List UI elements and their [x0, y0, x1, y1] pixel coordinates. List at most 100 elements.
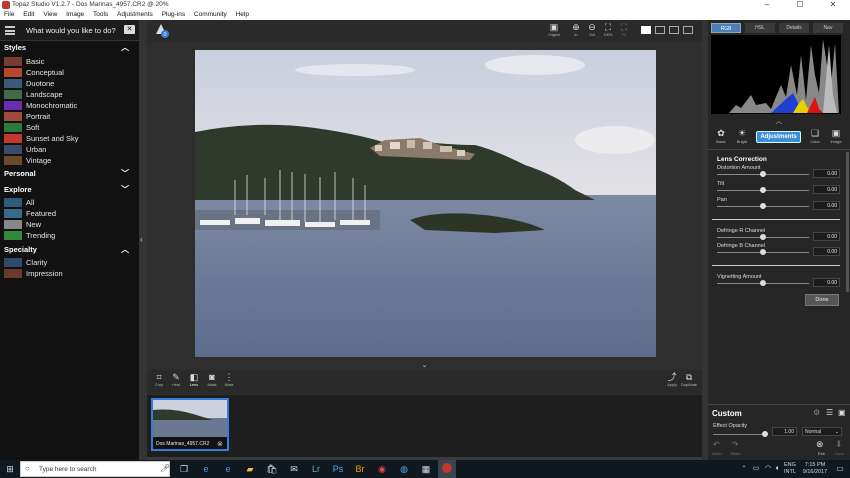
file-explorer-icon[interactable]: ▰: [244, 463, 256, 475]
mask-badge-icon[interactable]: 0: [153, 22, 169, 38]
style-item-duotone[interactable]: Duotone: [0, 78, 139, 89]
undo-icon[interactable]: ↶: [713, 440, 720, 449]
slider-value[interactable]: 0.00: [813, 169, 840, 178]
chevron-up-icon[interactable]: ︿: [121, 244, 129, 255]
panel-scrollbar[interactable]: [846, 152, 849, 292]
settings-icon[interactable]: ⚙: [813, 408, 820, 417]
film-thumbnail[interactable]: Dos Marinas_4957.CR2 ⊗: [151, 398, 229, 451]
bridge-icon[interactable]: Br: [354, 463, 366, 475]
tab-details[interactable]: Details: [779, 23, 809, 33]
menu-community[interactable]: Community: [194, 10, 227, 20]
collapse-left-icon[interactable]: ‹: [140, 235, 143, 244]
lens-button[interactable]: ◧ Lens: [185, 372, 203, 392]
style-item-clarity[interactable]: Clarity: [0, 257, 139, 268]
tab-hsl[interactable]: HSL: [745, 23, 775, 33]
image-button[interactable]: ▣ Image: [827, 128, 845, 148]
style-item-new[interactable]: New: [0, 219, 139, 230]
personal-header[interactable]: Personal ﹀: [0, 168, 139, 179]
style-item-soft[interactable]: Soft: [0, 122, 139, 133]
tab-rgb[interactable]: RGB: [711, 23, 741, 33]
bright-button[interactable]: ☀ Bright: [733, 128, 751, 148]
style-item-featured[interactable]: Featured: [0, 208, 139, 219]
styles-header[interactable]: Styles ︿: [0, 42, 139, 53]
opacity-slider[interactable]: [713, 434, 768, 435]
blend-mode-select[interactable]: Normal ⌄: [802, 427, 842, 436]
close-button[interactable]: ✕: [818, 0, 848, 10]
left-splitter[interactable]: ‹: [139, 20, 147, 460]
menu-file[interactable]: File: [4, 10, 14, 20]
list-menu-icon[interactable]: ☰: [826, 408, 833, 417]
slider-value[interactable]: 0.00: [813, 278, 840, 287]
slider-distortion-amount[interactable]: Distortion Amount 0.00: [717, 165, 842, 179]
menu-tools[interactable]: Tools: [93, 10, 108, 20]
side-by-side-icon[interactable]: [669, 26, 679, 34]
task-view-icon[interactable]: ❐: [178, 463, 190, 475]
hamburger-menu-icon[interactable]: [5, 26, 15, 35]
menu-edit[interactable]: Edit: [23, 10, 34, 20]
heal-button[interactable]: ✎ Heal: [167, 372, 185, 392]
menu-help[interactable]: Help: [236, 10, 249, 20]
slider-defringe-b-channel[interactable]: Defringe B Channel 0.00: [717, 243, 842, 257]
photo-canvas[interactable]: [195, 50, 656, 357]
slider-defringe-r-channel[interactable]: Defringe R Channel 0.00: [717, 228, 842, 242]
menu-adjustments[interactable]: Adjustments: [117, 10, 153, 20]
style-item-trending[interactable]: Trending: [0, 230, 139, 241]
slider-value[interactable]: 0.00: [813, 232, 840, 241]
slider-knob[interactable]: [760, 187, 766, 193]
save-icon[interactable]: ⬇: [835, 439, 843, 450]
topaz-taskbar-button[interactable]: [438, 460, 456, 478]
calendar-app-icon[interactable]: ▦: [420, 463, 432, 475]
opacity-slider-knob[interactable]: [762, 431, 768, 437]
people-icon[interactable]: ⌃: [738, 463, 750, 475]
menu-view[interactable]: View: [43, 10, 57, 20]
single-view-icon[interactable]: [641, 26, 651, 34]
clear-search-icon[interactable]: ✕: [124, 25, 135, 34]
network-icon[interactable]: ▭: [750, 463, 762, 475]
apply-button[interactable]: ⤴ Apply: [663, 372, 681, 392]
slider-value[interactable]: 0.00: [813, 185, 840, 194]
maximize-button[interactable]: ☐: [785, 0, 815, 10]
fit-button[interactable]: ⛶ Fit: [615, 22, 633, 40]
edge-browser-icon[interactable]: e: [200, 463, 212, 475]
chrome-icon[interactable]: ◉: [376, 463, 388, 475]
style-item-impression[interactable]: Impression: [0, 268, 139, 279]
style-item-vintage[interactable]: Vintage: [0, 155, 139, 166]
opacity-value[interactable]: 1.00: [772, 427, 797, 436]
network-app-icon[interactable]: ◍: [398, 463, 410, 475]
taskbar-search-input[interactable]: Type here to search: [39, 466, 96, 473]
style-item-sunset-and-sky[interactable]: Sunset and Sky: [0, 133, 139, 144]
style-item-monochromatic[interactable]: Monochromatic: [0, 100, 139, 111]
windows-start-icon[interactable]: ⊞: [4, 463, 16, 475]
slider-knob[interactable]: [760, 234, 766, 240]
slider-knob[interactable]: [760, 203, 766, 209]
style-item-basic[interactable]: Basic: [0, 56, 139, 67]
ie-browser-icon[interactable]: e: [222, 463, 234, 475]
slider-knob[interactable]: [760, 249, 766, 255]
notifications-icon[interactable]: ▭: [834, 463, 846, 475]
crop-button[interactable]: ⌗ Crop: [150, 372, 168, 392]
slider-pan[interactable]: Pan 0.00: [717, 197, 842, 211]
clock[interactable]: 7:15 PM 9/16/2017: [800, 462, 830, 476]
style-item-portrait[interactable]: Portrait: [0, 111, 139, 122]
store-icon[interactable]: 🛍︎: [266, 463, 278, 475]
adjustments-button[interactable]: Adjustments: [756, 131, 801, 143]
microphone-icon[interactable]: 🎤︎: [160, 464, 170, 473]
more-panel-icon[interactable]: ▣: [838, 408, 846, 417]
basic-button[interactable]: ✿ Basic: [712, 128, 730, 148]
original-button[interactable]: ▣ Original: [545, 22, 563, 40]
slider-value[interactable]: 0.00: [813, 247, 840, 256]
redo-icon[interactable]: ↷: [732, 440, 739, 449]
slider-tilt[interactable]: Tilt 0.00: [717, 181, 842, 195]
done-button[interactable]: Done: [805, 294, 839, 306]
style-item-conceptual[interactable]: Conceptual: [0, 67, 139, 78]
exit-icon[interactable]: ⊗: [816, 439, 824, 450]
chevron-up-icon[interactable]: ︿: [121, 42, 129, 53]
style-item-landscape[interactable]: Landscape: [0, 89, 139, 100]
slider-knob[interactable]: [760, 280, 766, 286]
more-button[interactable]: ⋮ More: [220, 372, 238, 392]
dual-view-icon[interactable]: [683, 26, 693, 34]
remove-image-icon[interactable]: ⊗: [217, 440, 223, 448]
color-button[interactable]: ❑ Color: [806, 128, 824, 148]
collapse-bottom-icon[interactable]: ⌄: [147, 362, 702, 370]
photoshop-icon[interactable]: Ps: [332, 463, 344, 475]
